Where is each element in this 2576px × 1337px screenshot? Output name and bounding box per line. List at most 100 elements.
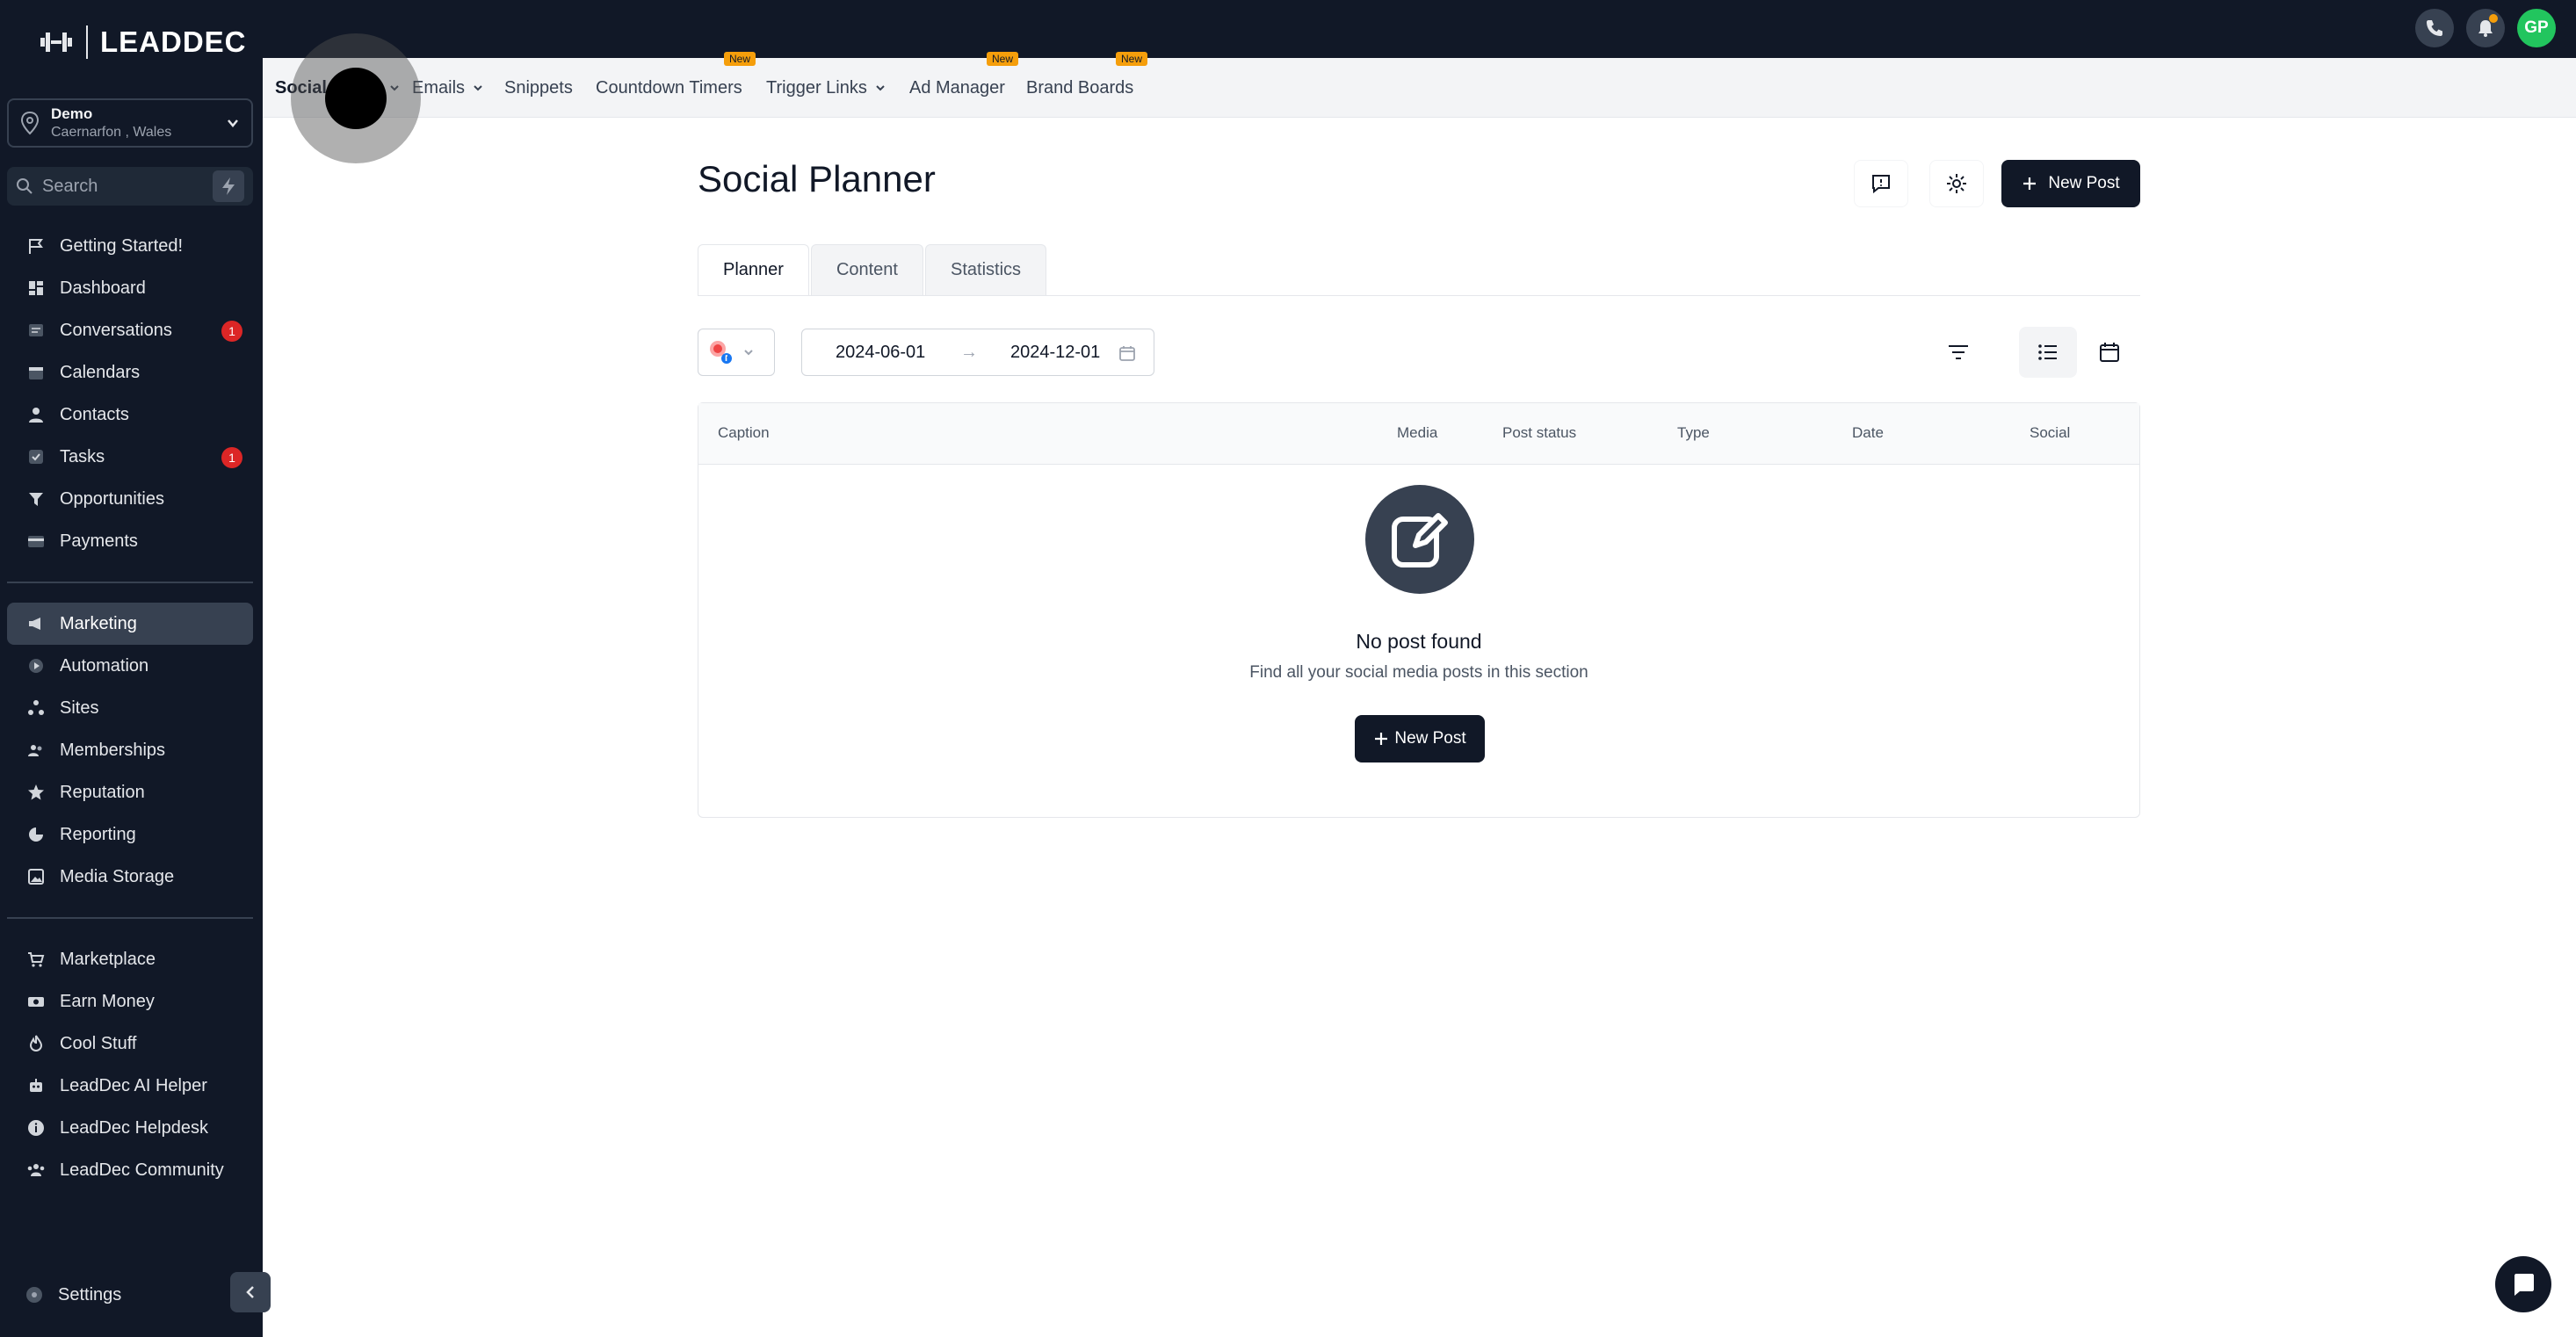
nav-label: Payments [60,531,138,551]
phone-button[interactable] [2415,9,2454,47]
nav-label: Reporting [60,824,136,844]
date-to[interactable]: 2024-12-01 [1010,343,1100,363]
notifications-button[interactable] [2466,9,2505,47]
plus-icon [2023,177,2037,190]
new-tag: New [724,52,756,66]
community-icon [26,1160,46,1180]
nav-group-main: Getting Started! Dashboard Conversations… [7,225,253,1191]
star-icon [26,783,46,802]
account-name: Demo [51,105,93,122]
phone-icon [2427,20,2442,36]
nav-item-cool-stuff[interactable]: Cool Stuff [7,1023,253,1065]
nav-item-reputation[interactable]: Reputation [7,771,253,813]
settings-button[interactable] [1929,160,1984,207]
tab-content[interactable]: Content [810,244,923,295]
nav-label: LeadDec AI Helper [60,1075,207,1095]
subnav-label: Countdown Timers [596,77,742,98]
sidebar-search[interactable]: Search [7,167,253,206]
nav-label: Marketing [60,613,137,633]
nav-item-sites[interactable]: Sites [7,687,253,729]
nav-item-dashboard[interactable]: Dashboard [7,267,253,309]
subnav-snippets[interactable]: Snippets [504,58,573,118]
search-input[interactable]: Search [42,177,213,197]
sites-icon [26,698,46,718]
social-accounts-icon [710,341,732,364]
nav-label: Media Storage [60,866,175,886]
calendar-view-button[interactable] [2080,327,2138,378]
page-title: Social Planner [698,158,936,199]
chevron-down-icon [228,119,238,127]
nav-item-helpdesk[interactable]: LeadDec Helpdesk [7,1107,253,1149]
calendar-icon [2100,343,2119,362]
unread-badge: 1 [221,321,242,342]
nav-item-tasks[interactable]: Tasks 1 [7,436,253,478]
nav-item-media-storage[interactable]: Media Storage [7,856,253,898]
filter-lines-icon [1949,345,1968,359]
tab-statistics[interactable]: Statistics [925,244,1047,295]
nav-item-automation[interactable]: Automation [7,645,253,687]
megaphone-icon [26,614,46,633]
sidebar-collapse-button[interactable] [230,1272,271,1312]
nav-label: Sites [60,697,99,718]
account-location: Caernarfon , Wales [51,125,172,140]
new-tag: New [987,52,1019,66]
nav-item-conversations[interactable]: Conversations 1 [7,309,253,351]
nav-item-marketing[interactable]: Marketing [7,603,253,645]
date-from[interactable]: 2024-06-01 [836,343,925,363]
chevron-down-icon [744,350,753,356]
list-view-button[interactable] [2019,327,2077,378]
gear-icon [26,1287,42,1303]
subnav-label: Snippets [504,77,573,98]
robot-icon [26,1076,46,1095]
subnav-brand-boards[interactable]: Brand Boards New [1026,52,1148,118]
nav-item-opportunities[interactable]: Opportunities [7,478,253,520]
brand-name: LEADDEC [100,25,247,58]
tab-planner[interactable]: Planner [698,244,809,295]
subnav-label: Ad Manager [909,77,1005,98]
nav-item-reporting[interactable]: Reporting [7,813,253,856]
new-post-button[interactable]: New Post [2001,160,2140,207]
nav-label: LeadDec Helpdesk [60,1117,208,1138]
nav-item-calendars[interactable]: Calendars [7,351,253,394]
empty-state-subtitle: Find all your social media posts in this… [1249,663,1588,682]
subnav-trigger-links[interactable]: Trigger Links [766,58,886,118]
calendar-icon [1119,346,1135,361]
nav-item-memberships[interactable]: Memberships [7,729,253,771]
flag-icon [26,236,46,256]
user-avatar[interactable]: GP [2517,9,2556,47]
logo-mark-icon [39,27,74,57]
planner-tabs: Planner Content Statistics [698,244,1048,297]
table-header: Caption Media Post status Type Date Soci… [698,403,2139,465]
quick-action-bolt-icon[interactable] [213,170,244,202]
nav-item-marketplace[interactable]: Marketplace [7,938,253,980]
nav-label: Tasks [60,446,105,466]
nav-item-getting-started[interactable]: Getting Started! [7,225,253,267]
subnav-emails[interactable]: Emails [412,58,484,118]
nav-item-settings[interactable]: Settings [7,1276,218,1314]
nav-item-community[interactable]: LeadDec Community [7,1149,253,1191]
filter-button[interactable] [1929,327,1987,378]
nav-item-earn-money[interactable]: Earn Money [7,980,253,1023]
chat-widget-button[interactable] [2495,1256,2551,1312]
automation-icon [26,656,46,676]
nav-label: Dashboard [60,278,146,298]
nav-item-ai-helper[interactable]: LeadDec AI Helper [7,1065,253,1107]
nav-label: Marketplace [60,949,156,969]
empty-new-post-button[interactable]: New Post [1355,715,1485,762]
account-switcher[interactable]: Demo Caernarfon , Wales [7,98,253,148]
date-range-picker[interactable]: 2024-06-01 → 2024-12-01 [801,329,1154,376]
social-account-filter[interactable] [698,329,775,376]
nav-label: Getting Started! [60,235,184,256]
nav-item-payments[interactable]: Payments [7,520,253,562]
subnav-countdown-timers[interactable]: Countdown Timers New [596,52,756,118]
subnav-label: Brand Boards [1026,77,1134,98]
new-tag: New [1116,52,1148,66]
column-header: Caption [718,424,770,441]
feedback-button[interactable] [1854,160,1908,207]
empty-state-title: No post found [1356,630,1482,653]
subnav-ad-manager[interactable]: Ad Manager New [909,52,1019,118]
tasks-badge: 1 [221,447,242,468]
nav-label: Settings [58,1284,122,1304]
brand-logo[interactable]: LEADDEC [39,25,247,60]
nav-item-contacts[interactable]: Contacts [7,394,253,436]
